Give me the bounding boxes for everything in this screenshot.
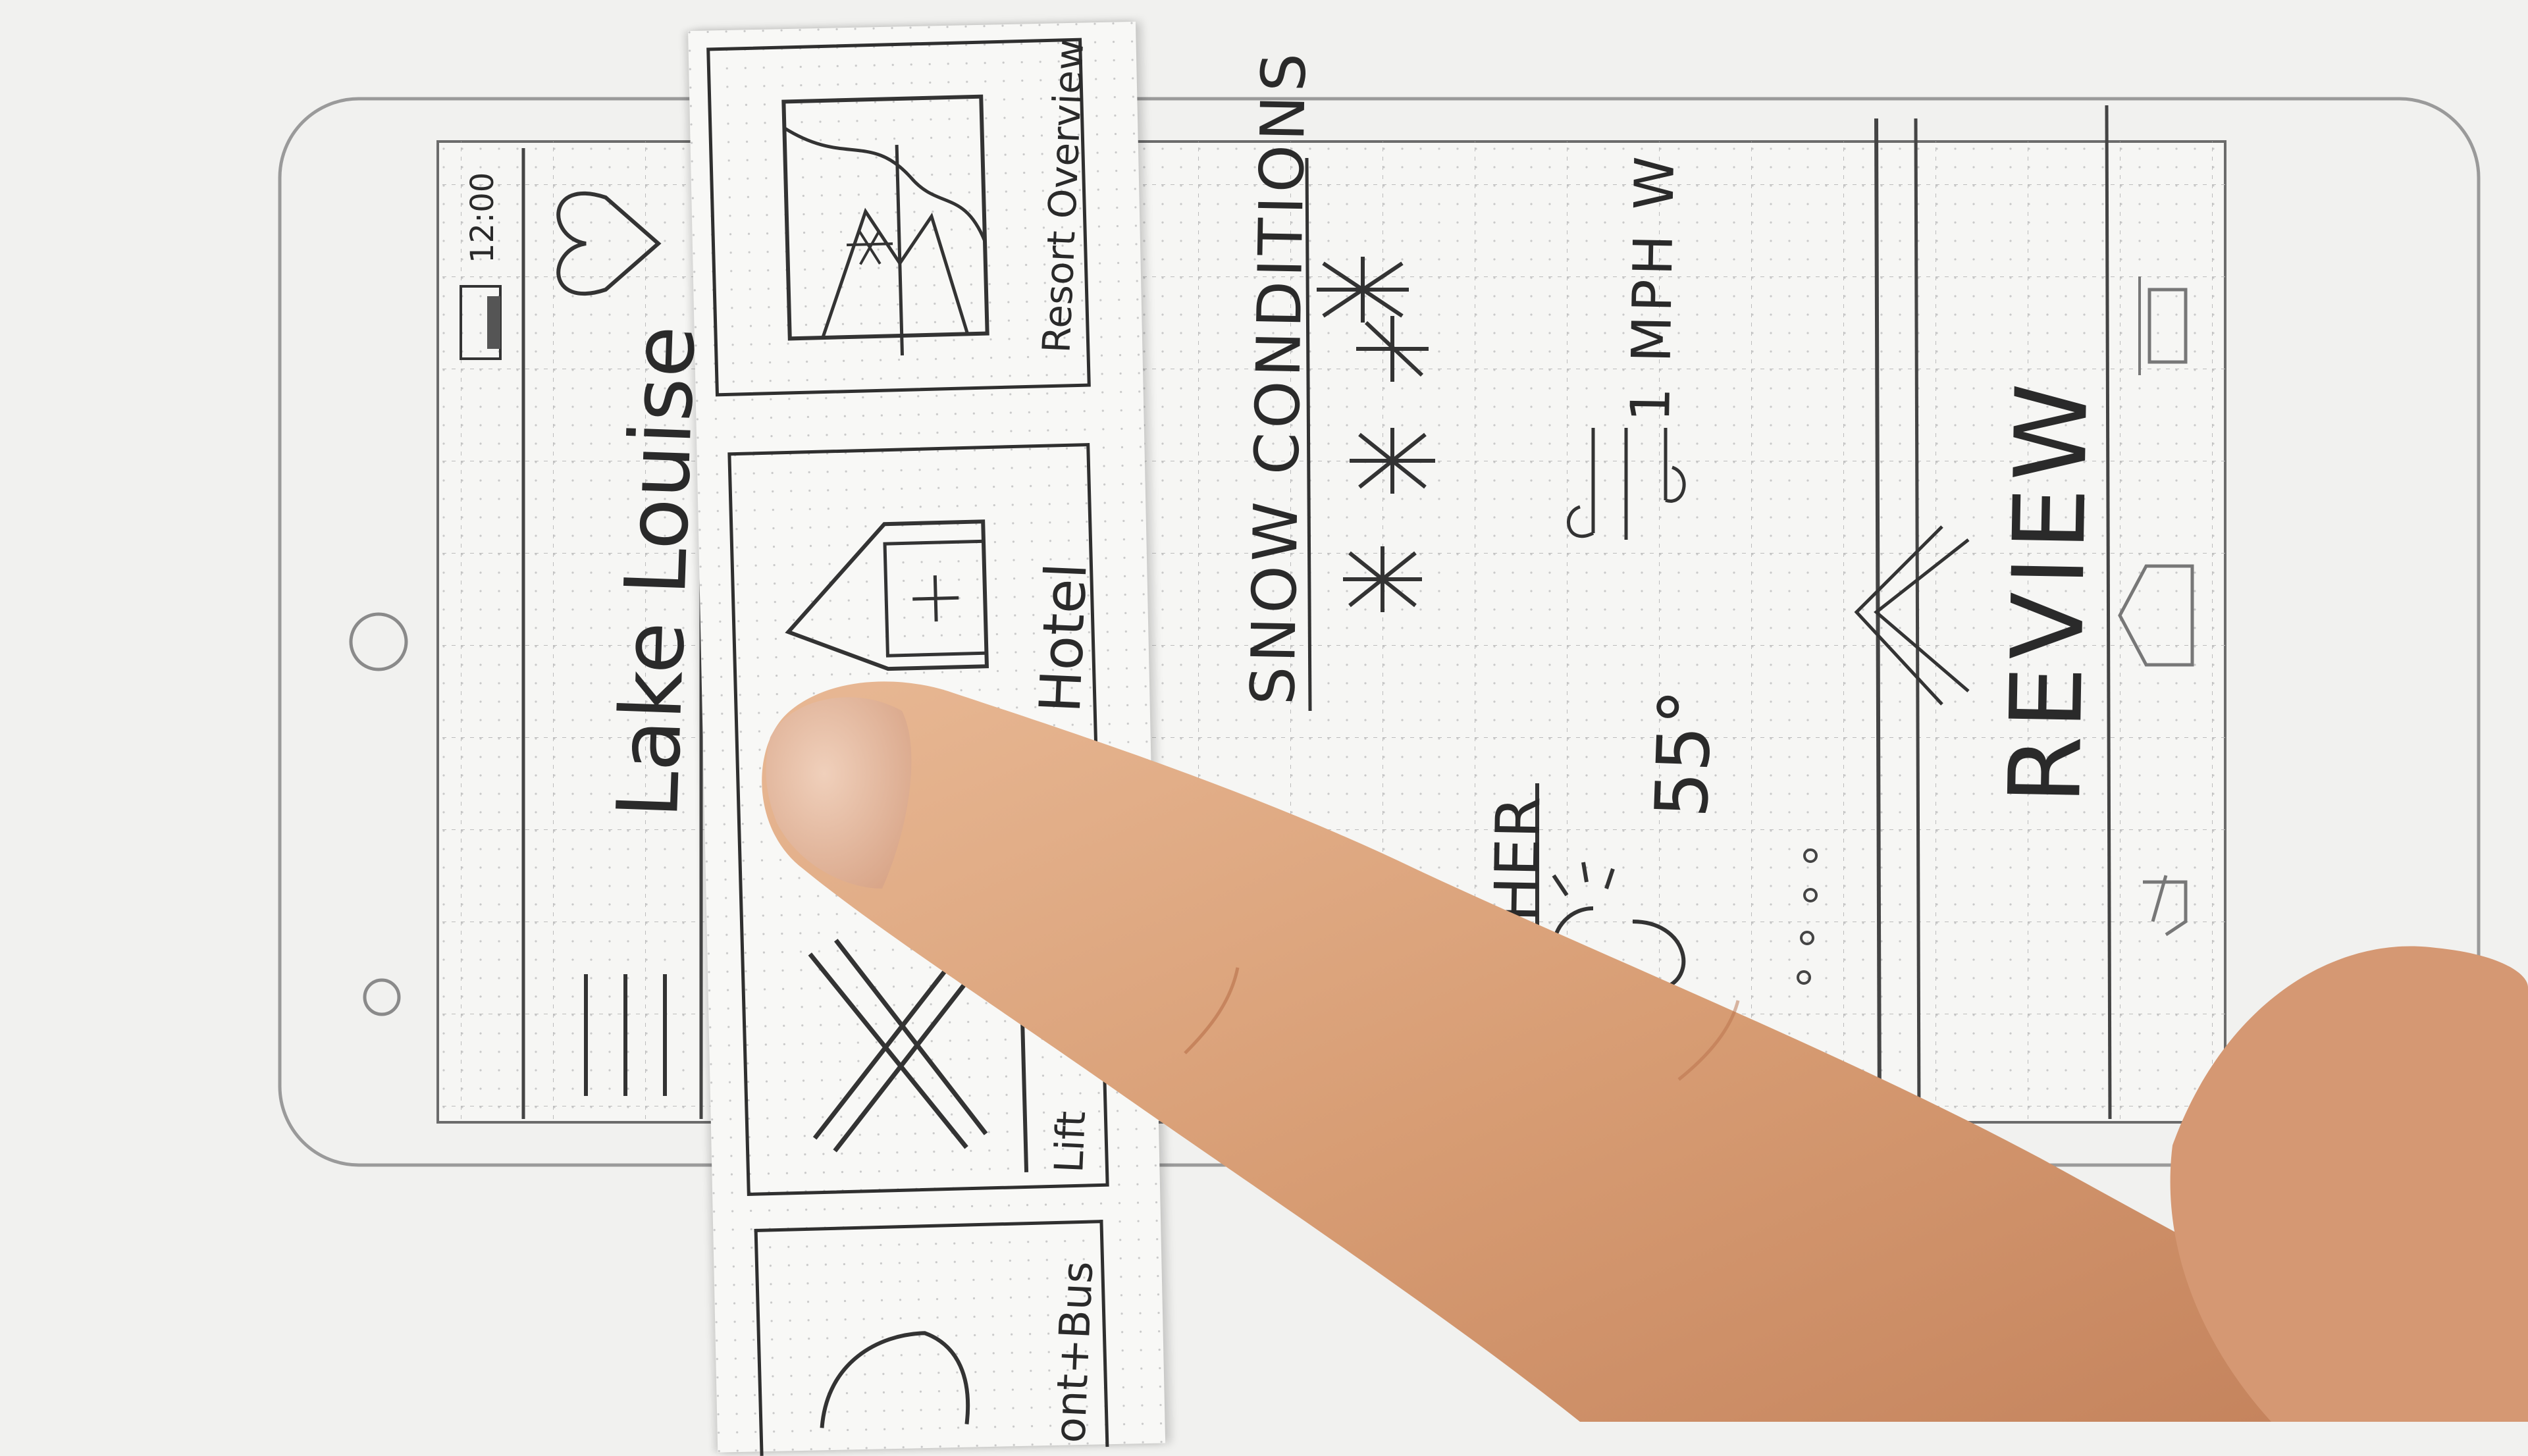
pointing-finger [762,681,2528,1422]
